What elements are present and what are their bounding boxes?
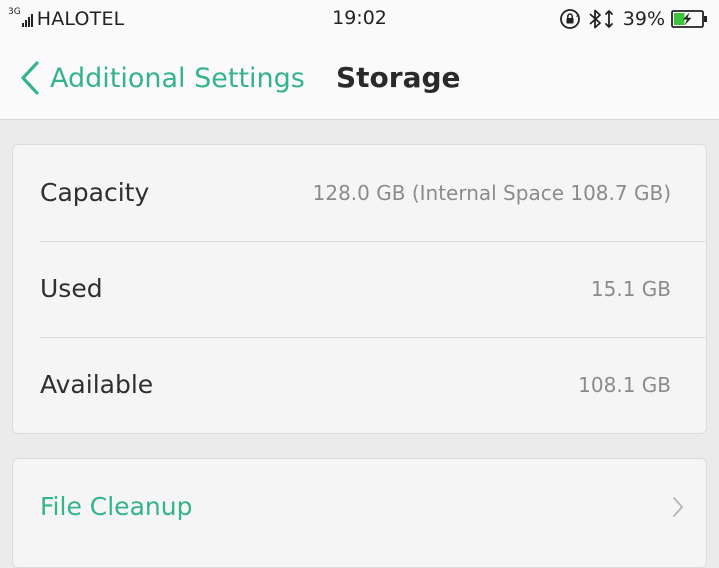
file-cleanup-item[interactable]: File Cleanup (13, 459, 706, 555)
page-title: Storage (336, 61, 461, 94)
row-label: Used (40, 274, 103, 303)
status-bar: 3G HALOTEL 19:02 39% (0, 0, 719, 38)
row-value: 15.1 GB (590, 277, 671, 301)
back-label: Additional Settings (50, 62, 305, 94)
chevron-left-icon (20, 60, 40, 96)
file-cleanup-label: File Cleanup (40, 492, 193, 521)
row-label: Available (40, 370, 154, 399)
storage-row-used: Used 15.1 GB (13, 241, 706, 337)
rotation-lock-icon (559, 8, 581, 30)
battery-charging-icon (671, 9, 709, 29)
row-value: 128.0 GB (Internal Space 108.7 GB) (312, 181, 671, 205)
battery-percent: 39% (622, 8, 665, 30)
app-header: Additional Settings Storage (0, 38, 719, 120)
chevron-right-icon (672, 496, 684, 522)
storage-actions-card: File Cleanup (12, 458, 707, 568)
row-value: 108.1 GB (578, 373, 671, 397)
storage-row-available: Available 108.1 GB (13, 337, 706, 433)
status-right: 39% (553, 6, 709, 32)
storage-info-card: Capacity 128.0 GB (Internal Space 108.7 … (12, 144, 707, 434)
bluetooth-icon (587, 8, 615, 30)
row-label: Capacity (40, 178, 150, 207)
storage-row-capacity: Capacity 128.0 GB (Internal Space 108.7 … (13, 145, 706, 241)
back-button[interactable]: Additional Settings (20, 59, 305, 97)
